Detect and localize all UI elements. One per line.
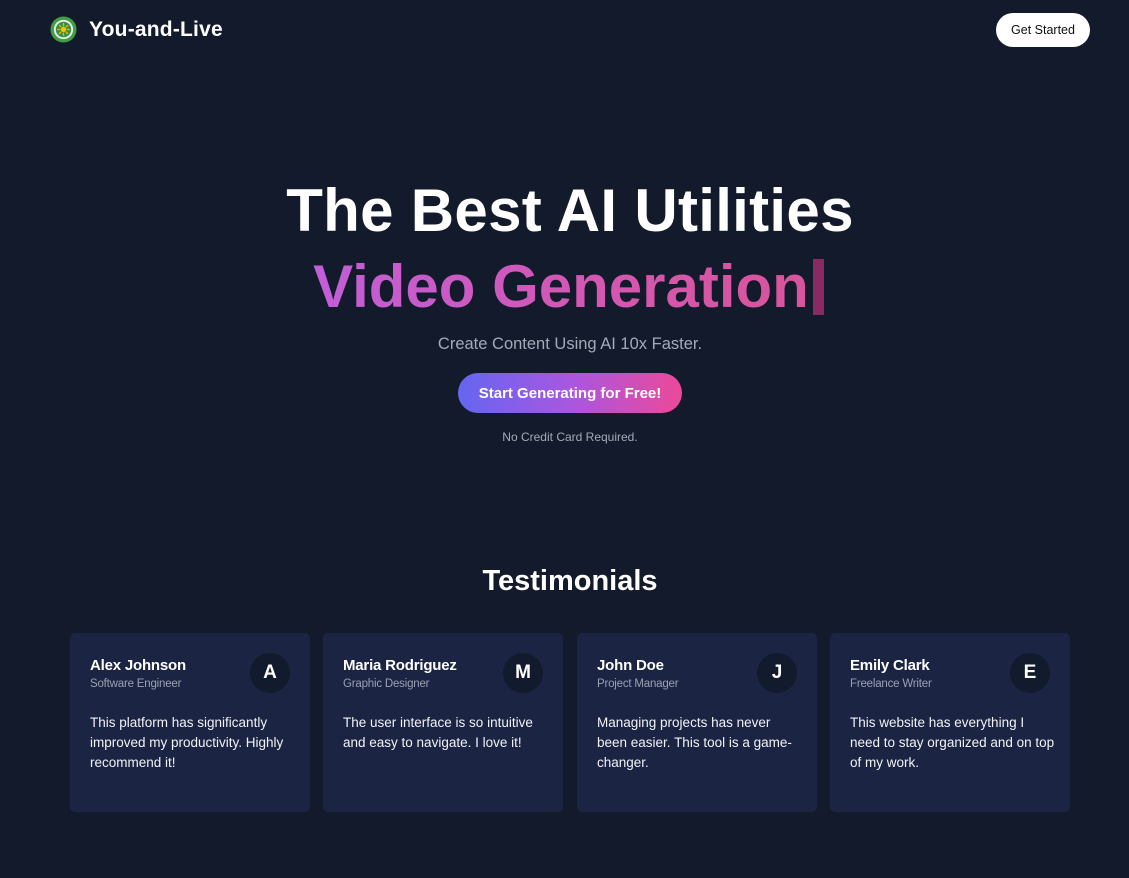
sun-logo-icon xyxy=(50,16,77,43)
hero-animated-heading: Video Generation xyxy=(0,254,1129,320)
get-started-button[interactable]: Get Started xyxy=(996,13,1090,47)
testimonial-card: Alex Johnson Software Engineer A This pl… xyxy=(70,633,310,812)
avatar: E xyxy=(1010,653,1050,693)
animated-text: Video Generation xyxy=(313,253,809,320)
avatar: J xyxy=(757,653,797,693)
hero-tagline: Create Content Using AI 10x Faster. xyxy=(437,335,703,353)
testimonial-card: Maria Rodriguez Graphic Designer M The u… xyxy=(323,633,563,812)
brand-name: You-and-Live xyxy=(89,17,223,41)
testimonials-title: Testimonials xyxy=(482,565,658,597)
reviewer-role: Project Manager xyxy=(597,678,679,690)
testimonial-card: John Doe Project Manager J Managing proj… xyxy=(577,633,817,812)
landing-page: You-and-Live Get Started The Best AI Uti… xyxy=(0,0,1129,878)
avatar: A xyxy=(250,653,290,693)
reviewer-name: Alex Johnson xyxy=(90,657,186,674)
reviewer-name: Maria Rodriguez xyxy=(343,657,457,674)
avatar: M xyxy=(503,653,543,693)
testimonial-card: Emily Clark Freelance Writer E This webs… xyxy=(830,633,1070,812)
reviewer-role: Software Engineer xyxy=(90,678,182,690)
reviewer-name: John Doe xyxy=(597,657,664,674)
typing-cursor xyxy=(812,259,824,315)
testimonial-text: Managing projects has never been easier.… xyxy=(597,715,792,770)
hero-title: The Best AI Utilities xyxy=(286,177,854,244)
testimonial-text: The user interface is so intuitive and e… xyxy=(343,715,533,750)
brand[interactable]: You-and-Live xyxy=(50,16,223,43)
testimonial-text: This platform has significantly improved… xyxy=(90,715,284,770)
start-generating-button[interactable]: Start Generating for Free! xyxy=(458,373,682,413)
reviewer-name: Emily Clark xyxy=(850,657,930,674)
no-credit-card-note: No Credit Card Required. xyxy=(502,430,638,444)
reviewer-role: Freelance Writer xyxy=(850,678,932,690)
testimonial-text: This website has everything I need to st… xyxy=(850,715,1055,770)
reviewer-role: Graphic Designer xyxy=(343,678,430,690)
top-nav: You-and-Live Get Started xyxy=(0,0,1129,60)
